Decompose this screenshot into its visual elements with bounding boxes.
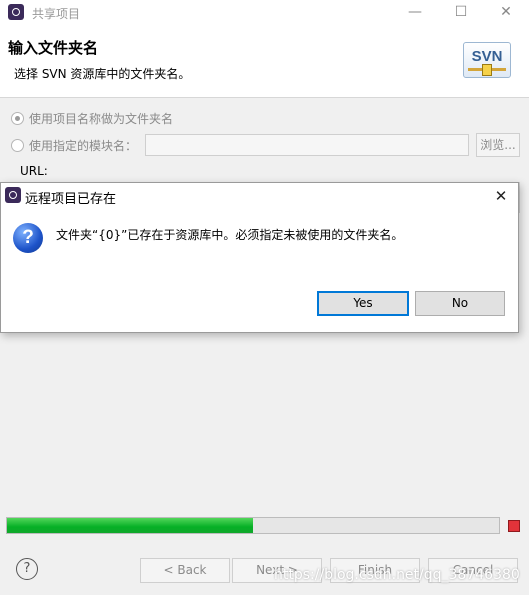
wizard-header: 输入文件夹名 选择 SVN 资源库中的文件夹名。 SVN bbox=[0, 25, 529, 98]
progress-fill bbox=[7, 518, 253, 533]
window-title: 共享项目 bbox=[32, 7, 81, 21]
help-icon[interactable]: ? bbox=[16, 558, 38, 580]
module-name-input[interactable] bbox=[145, 134, 469, 156]
dialog-body: ? 文件夹“{0}”已存在于资源库中。必须指定未被使用的文件夹名。 Yes No bbox=[1, 209, 518, 332]
remote-exists-dialog: 远程项目已存在 ✕ ? 文件夹“{0}”已存在于资源库中。必须指定未被使用的文件… bbox=[0, 182, 519, 333]
page-description: 选择 SVN 资源库中的文件夹名。 bbox=[14, 67, 191, 81]
browse-button[interactable]: 浏览... bbox=[476, 133, 520, 157]
maximize-button[interactable]: ☐ bbox=[438, 0, 484, 25]
no-button[interactable]: No bbox=[415, 291, 505, 316]
page-title: 输入文件夹名 bbox=[8, 39, 99, 57]
close-icon[interactable]: ✕ bbox=[489, 185, 513, 207]
radio-label: 使用项目名称做为文件夹名 bbox=[29, 112, 174, 126]
url-label: URL: bbox=[20, 164, 48, 178]
question-icon: ? bbox=[13, 223, 43, 253]
dialog-message: 文件夹“{0}”已存在于资源库中。必须指定未被使用的文件夹名。 bbox=[56, 228, 404, 242]
back-button[interactable]: < Back bbox=[140, 558, 230, 583]
yes-button[interactable]: Yes bbox=[317, 291, 409, 316]
close-window-button[interactable]: ✕ bbox=[483, 0, 529, 25]
radio-label: 使用指定的模块名： bbox=[29, 139, 138, 153]
dialog-title: 远程项目已存在 bbox=[25, 192, 117, 207]
radio-use-module-name[interactable]: 使用指定的模块名： bbox=[11, 137, 137, 153]
watermark-text: https://blog.csdn.net/qq_38746380 bbox=[274, 567, 520, 583]
svn-logo-knob bbox=[482, 64, 492, 76]
radio-use-project-name[interactable]: 使用项目名称做为文件夹名 bbox=[11, 110, 173, 126]
dialog-titlebar: 远程项目已存在 ✕ bbox=[1, 183, 518, 209]
dialog-app-icon bbox=[5, 187, 21, 203]
minimize-button[interactable]: — bbox=[392, 0, 438, 25]
stop-icon[interactable] bbox=[508, 520, 520, 532]
window-titlebar: 共享项目 — ☐ ✕ bbox=[0, 0, 529, 26]
progress-bar bbox=[6, 517, 500, 534]
app-icon bbox=[8, 4, 24, 20]
radio-button[interactable] bbox=[11, 139, 24, 152]
svn-logo-text: SVN bbox=[471, 48, 503, 65]
radio-button[interactable] bbox=[11, 112, 24, 125]
svn-logo-icon: SVN bbox=[463, 42, 511, 78]
